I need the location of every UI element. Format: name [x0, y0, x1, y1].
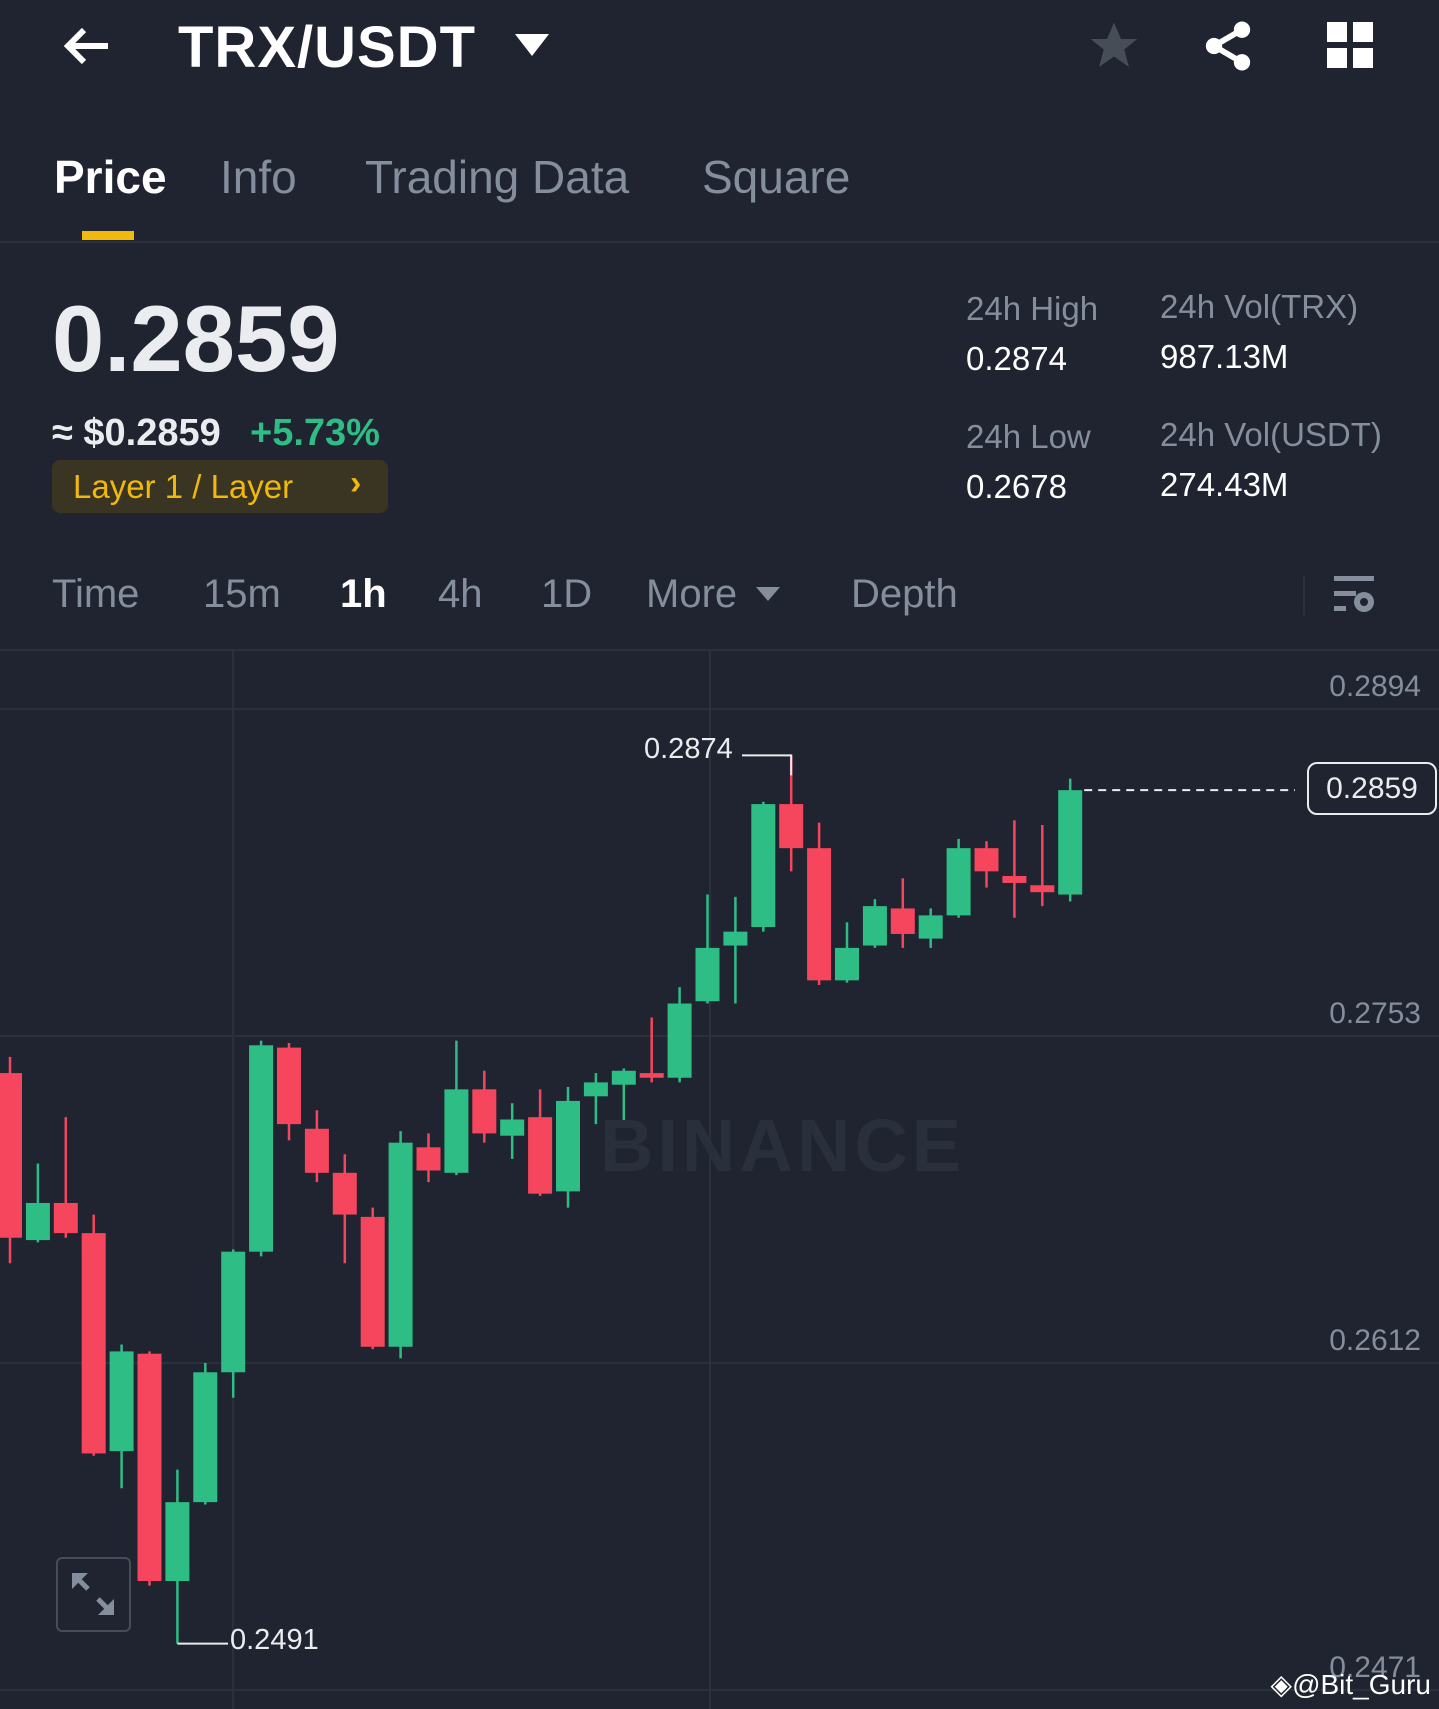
low-value: 0.2678: [966, 468, 1067, 505]
candle-up: [835, 947, 859, 981]
candle-down: [890, 908, 915, 934]
dropdown-icon[interactable]: [515, 34, 549, 58]
last-price: 0.2859: [52, 286, 340, 391]
candle-up: [249, 1045, 274, 1252]
credit-text: @Bit_Guru: [1292, 1669, 1431, 1700]
candle-up: [109, 1351, 134, 1452]
candle-down: [0, 1073, 22, 1238]
vol-trx-label: 24h Vol(TRX): [1160, 288, 1359, 325]
candle-up: [388, 1142, 413, 1347]
star-icon[interactable]: [1086, 18, 1142, 74]
candle-up: [1058, 790, 1083, 895]
candle-up: [946, 848, 971, 916]
candle-up: [695, 947, 720, 1002]
chevron-right-icon: ›: [350, 464, 362, 502]
current-price-label[interactable]: 0.2859: [1307, 762, 1437, 815]
candle-up: [444, 1089, 469, 1173]
tf-1d[interactable]: 1D: [541, 572, 592, 617]
y-tick: 0.2753: [1329, 997, 1421, 1030]
watermark: BINANCE: [600, 1104, 966, 1187]
back-button[interactable]: [58, 24, 114, 68]
candle-up: [862, 906, 887, 946]
grid-icon[interactable]: [1327, 22, 1375, 70]
tf-4h[interactable]: 4h: [438, 572, 483, 617]
divider: [0, 241, 1439, 243]
candle-down: [528, 1117, 553, 1194]
candle-up: [667, 1003, 692, 1078]
low-label: 24h Low: [966, 418, 1091, 455]
candle-up: [221, 1251, 246, 1373]
expand-button[interactable]: [56, 1557, 131, 1632]
category-tag[interactable]: Layer 1 / Layer ›: [52, 460, 388, 513]
binance-logo-icon: ◈: [1270, 1669, 1293, 1700]
tab-square[interactable]: Square: [702, 150, 850, 204]
candle-up: [583, 1082, 608, 1097]
tf-time[interactable]: Time: [52, 572, 139, 617]
high-value: 0.2874: [966, 340, 1067, 377]
share-icon[interactable]: [1200, 18, 1256, 74]
candle-up: [751, 804, 776, 927]
y-tick: 0.2612: [1329, 1324, 1421, 1357]
candle-down: [332, 1172, 357, 1215]
candle-down: [53, 1202, 78, 1234]
tf-1h[interactable]: 1h: [340, 572, 387, 617]
candle-down: [1002, 875, 1027, 883]
divider: [1303, 575, 1305, 615]
chart-settings-icon[interactable]: [1334, 574, 1378, 618]
expand-icon: [72, 1573, 114, 1615]
low-marker-label: 0.2491: [230, 1624, 319, 1656]
vol-trx-value: 987.13M: [1160, 338, 1289, 375]
category-tag-label: Layer 1 / Layer: [73, 468, 294, 505]
tf-15m[interactable]: 15m: [203, 572, 281, 617]
candle-down: [1030, 885, 1055, 893]
credit-watermark: ◈@Bit_Guru: [1271, 1668, 1431, 1701]
candle-up: [918, 915, 943, 939]
high-label: 24h High: [966, 290, 1099, 327]
tf-depth[interactable]: Depth: [851, 572, 958, 617]
vol-usdt-label: 24h Vol(USDT): [1160, 416, 1382, 453]
candle-up: [165, 1502, 190, 1581]
candle-up: [723, 931, 748, 946]
active-tab-indicator: [82, 231, 134, 240]
high-marker-line: [742, 754, 793, 776]
candle-up: [611, 1070, 636, 1085]
candle-up: [25, 1202, 50, 1241]
vol-usdt-value: 274.43M: [1160, 466, 1289, 503]
candle-down: [974, 848, 999, 872]
tf-more[interactable]: More: [646, 572, 737, 617]
candle-down: [639, 1073, 664, 1078]
price-change: +5.73%: [250, 412, 380, 454]
candle-down: [416, 1147, 441, 1171]
candle-down: [81, 1233, 106, 1454]
candle-down: [304, 1128, 329, 1173]
candle-down: [360, 1216, 385, 1347]
candle-up: [556, 1100, 580, 1192]
candle-down: [137, 1353, 162, 1581]
tab-info[interactable]: Info: [220, 150, 297, 204]
tab-price[interactable]: Price: [54, 150, 167, 204]
tab-trading-data[interactable]: Trading Data: [365, 150, 629, 204]
more-dropdown-icon[interactable]: [756, 587, 780, 603]
usd-price: ≈ $0.2859: [52, 412, 221, 454]
pair-title[interactable]: TRX/USDT: [178, 14, 476, 81]
high-marker-label: 0.2874: [644, 733, 733, 765]
candle-down: [779, 804, 804, 849]
candle-up: [500, 1119, 525, 1136]
y-tick: 0.2894: [1329, 670, 1421, 703]
candle-down: [277, 1047, 301, 1125]
back-arrow-icon: [63, 27, 108, 65]
candle-down: [472, 1089, 497, 1134]
candle-up: [193, 1372, 218, 1503]
candle-down: [807, 848, 832, 981]
